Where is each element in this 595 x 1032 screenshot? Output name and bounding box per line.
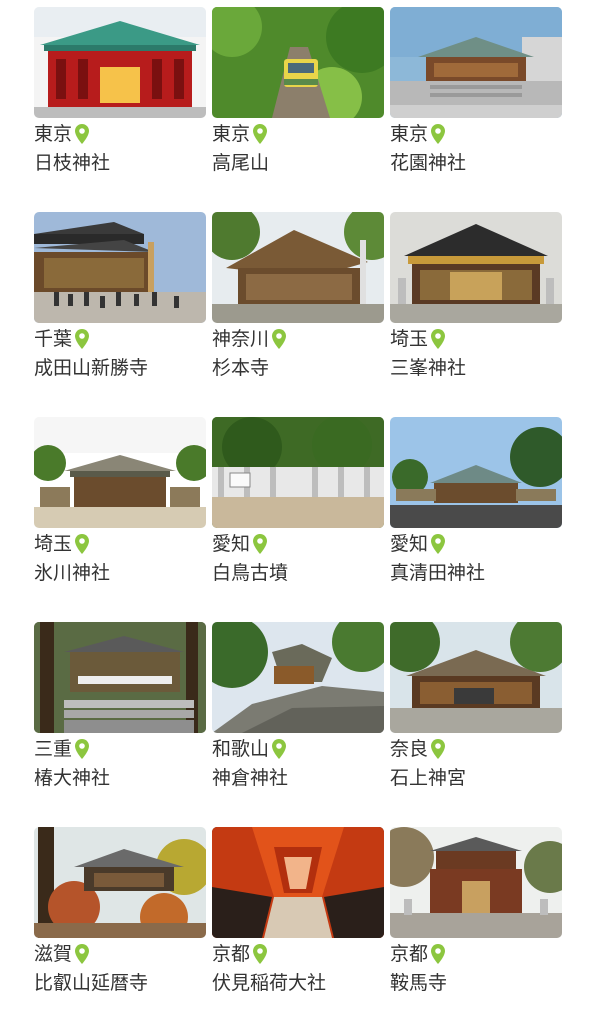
shrine-photo[interactable] xyxy=(212,417,384,528)
prefecture-label: 愛知 xyxy=(212,533,251,555)
shrine-card[interactable]: 三重 椿大神社 xyxy=(34,622,206,827)
prefecture-label: 千葉 xyxy=(34,328,73,350)
shrine-name[interactable]: 高尾山 xyxy=(212,150,384,176)
shrine-name[interactable]: 比叡山延暦寺 xyxy=(34,970,206,996)
shrine-photo[interactable] xyxy=(34,212,206,323)
shrine-card[interactable]: 埼玉 氷川神社 xyxy=(34,417,206,622)
prefecture-row: 千葉 xyxy=(34,327,206,351)
shrine-name[interactable]: 椿大神社 xyxy=(34,765,206,791)
map-pin-icon xyxy=(431,739,446,759)
prefecture-label: 滋賀 xyxy=(34,943,73,965)
map-pin-icon xyxy=(431,329,446,349)
shrine-name[interactable]: 杉本寺 xyxy=(212,355,384,381)
shrine-photo[interactable] xyxy=(390,212,562,323)
shrine-photo[interactable] xyxy=(34,417,206,528)
shrine-name[interactable]: 三峯神社 xyxy=(390,355,562,381)
prefecture-row: 和歌山 xyxy=(212,737,384,761)
prefecture-row: 京都 xyxy=(390,942,562,966)
shrine-card[interactable]: 東京 花園神社 xyxy=(390,7,562,212)
shrine-photo[interactable] xyxy=(390,827,562,938)
shrine-card[interactable]: 愛知 真清田神社 xyxy=(390,417,562,622)
shrine-name[interactable]: 日枝神社 xyxy=(34,150,206,176)
prefecture-row: 埼玉 xyxy=(390,327,562,351)
shrine-name[interactable]: 花園神社 xyxy=(390,150,562,176)
shrine-name[interactable]: 伏見稲荷大社 xyxy=(212,970,384,996)
prefecture-label: 奈良 xyxy=(390,738,429,760)
prefecture-row: 滋賀 xyxy=(34,942,206,966)
map-pin-icon xyxy=(253,944,268,964)
prefecture-row: 神奈川 xyxy=(212,327,384,351)
map-pin-icon xyxy=(75,944,90,964)
shrine-card[interactable]: 奈良 石上神宮 xyxy=(390,622,562,827)
shrine-photo[interactable] xyxy=(34,622,206,733)
shrine-photo[interactable] xyxy=(390,7,562,118)
map-pin-icon xyxy=(431,944,446,964)
shrine-card[interactable]: 京都 伏見稲荷大社 xyxy=(212,827,384,1032)
prefecture-label: 東京 xyxy=(390,123,429,145)
shrine-card[interactable]: 千葉 成田山新勝寺 xyxy=(34,212,206,417)
shrine-photo[interactable] xyxy=(34,7,206,118)
map-pin-icon xyxy=(431,124,446,144)
map-pin-icon xyxy=(272,739,287,759)
shrine-photo[interactable] xyxy=(390,417,562,528)
prefecture-row: 愛知 xyxy=(390,532,562,556)
prefecture-label: 愛知 xyxy=(390,533,429,555)
prefecture-label: 京都 xyxy=(212,943,251,965)
shrine-card[interactable]: 東京 日枝神社 xyxy=(34,7,206,212)
prefecture-label: 埼玉 xyxy=(390,328,429,350)
prefecture-row: 東京 xyxy=(390,122,562,146)
map-pin-icon xyxy=(253,534,268,554)
prefecture-label: 京都 xyxy=(390,943,429,965)
prefecture-label: 神奈川 xyxy=(212,328,270,350)
prefecture-row: 奈良 xyxy=(390,737,562,761)
shrine-name[interactable]: 氷川神社 xyxy=(34,560,206,586)
shrine-photo[interactable] xyxy=(34,827,206,938)
map-pin-icon xyxy=(272,329,287,349)
prefecture-row: 東京 xyxy=(34,122,206,146)
shrine-name[interactable]: 真清田神社 xyxy=(390,560,562,586)
shrine-photo[interactable] xyxy=(212,212,384,323)
map-pin-icon xyxy=(253,124,268,144)
map-pin-icon xyxy=(75,329,90,349)
shrine-card[interactable]: 京都 鞍馬寺 xyxy=(390,827,562,1032)
shrine-name[interactable]: 神倉神社 xyxy=(212,765,384,791)
shrine-name[interactable]: 白鳥古墳 xyxy=(212,560,384,586)
shrine-card[interactable]: 愛知 白鳥古墳 xyxy=(212,417,384,622)
prefecture-row: 三重 xyxy=(34,737,206,761)
shrine-photo[interactable] xyxy=(390,622,562,733)
prefecture-label: 東京 xyxy=(34,123,73,145)
prefecture-row: 京都 xyxy=(212,942,384,966)
prefecture-row: 埼玉 xyxy=(34,532,206,556)
shrine-name[interactable]: 成田山新勝寺 xyxy=(34,355,206,381)
shrine-grid: 東京 日枝神社 東京 高尾山 東京 花園神社 千葉 成田山新勝寺 神奈川 杉本寺… xyxy=(34,7,562,1032)
shrine-card[interactable]: 滋賀 比叡山延暦寺 xyxy=(34,827,206,1032)
prefecture-label: 三重 xyxy=(34,738,73,760)
prefecture-label: 埼玉 xyxy=(34,533,73,555)
shrine-card[interactable]: 神奈川 杉本寺 xyxy=(212,212,384,417)
shrine-card[interactable]: 東京 高尾山 xyxy=(212,7,384,212)
shrine-photo[interactable] xyxy=(212,622,384,733)
map-pin-icon xyxy=(75,534,90,554)
shrine-card[interactable]: 埼玉 三峯神社 xyxy=(390,212,562,417)
prefecture-label: 東京 xyxy=(212,123,251,145)
prefecture-label: 和歌山 xyxy=(212,738,270,760)
shrine-name[interactable]: 石上神宮 xyxy=(390,765,562,791)
shrine-photo[interactable] xyxy=(212,7,384,118)
prefecture-row: 愛知 xyxy=(212,532,384,556)
map-pin-icon xyxy=(75,739,90,759)
map-pin-icon xyxy=(431,534,446,554)
prefecture-row: 東京 xyxy=(212,122,384,146)
shrine-name[interactable]: 鞍馬寺 xyxy=(390,970,562,996)
shrine-photo[interactable] xyxy=(212,827,384,938)
shrine-card[interactable]: 和歌山 神倉神社 xyxy=(212,622,384,827)
map-pin-icon xyxy=(75,124,90,144)
